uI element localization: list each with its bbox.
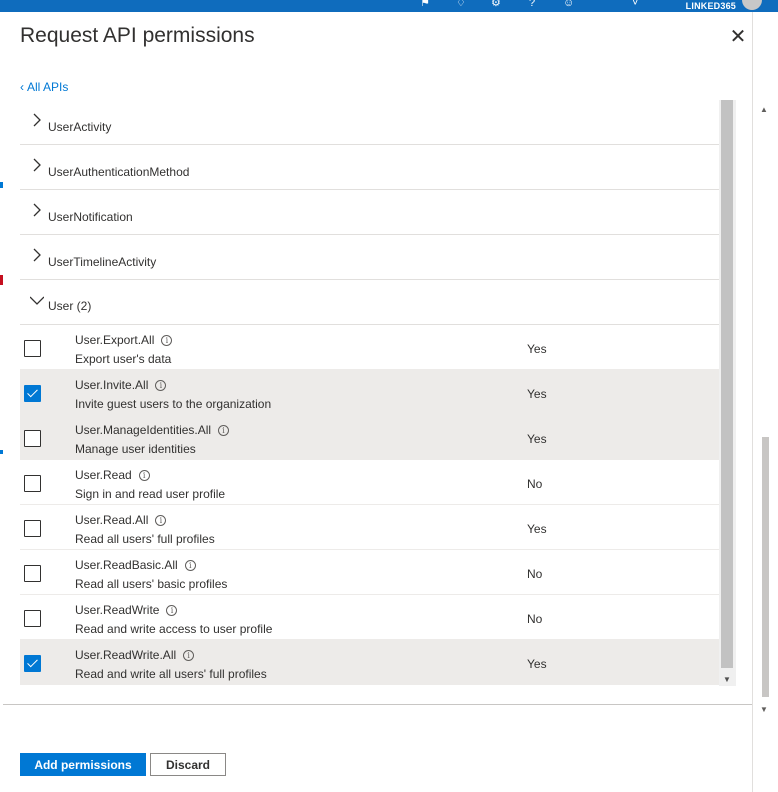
feedback-icon[interactable]: ⚑ xyxy=(420,0,430,9)
panel-title: Request API permissions xyxy=(20,24,255,47)
info-icon[interactable]: i xyxy=(161,335,173,346)
permission-name: User.ReadBasic.All xyxy=(75,558,178,572)
permission-name-wrap: User.ReadWrite.All i xyxy=(75,648,195,662)
info-icon[interactable]: i xyxy=(183,650,195,661)
permission-checkbox[interactable] xyxy=(24,430,41,447)
permission-description: Read all users' full profiles xyxy=(75,532,215,546)
chevron-right-icon xyxy=(33,158,41,172)
permissions-scrollbar[interactable]: ▼ xyxy=(719,100,736,686)
info-icon[interactable]: i xyxy=(184,560,196,571)
admin-consent-value: Yes xyxy=(527,657,547,671)
permission-description: Read and write all users' full profiles xyxy=(75,667,267,681)
permission-name: User.ReadWrite.All xyxy=(75,648,177,662)
footer-divider xyxy=(3,704,752,705)
permission-description: Read all users' basic profiles xyxy=(75,577,228,591)
permission-name: User.Invite.All xyxy=(75,378,149,392)
permission-row: User.Read i Sign in and read user profile… xyxy=(20,460,719,505)
permission-checkbox[interactable] xyxy=(24,655,41,672)
background-scrollbar-thumb[interactable] xyxy=(762,437,769,697)
permission-name-wrap: User.ReadBasic.All i xyxy=(75,558,196,572)
portal-top-bar: ⚑ ♢ ⚙ ? ☺ ˅ LINKED365 xyxy=(0,0,778,12)
admin-consent-value: Yes xyxy=(527,342,547,356)
permission-description: Manage user identities xyxy=(75,442,196,456)
permission-name-wrap: User.ReadWrite i xyxy=(75,603,178,617)
info-icon[interactable]: i xyxy=(155,515,167,526)
group-useractivity[interactable]: UserActivity xyxy=(20,100,719,145)
permission-row: User.ReadBasic.All i Read all users' basi… xyxy=(20,550,719,595)
permission-name: User.Export.All xyxy=(75,333,155,347)
permission-row: User.ReadWrite.All i Read and write all u… xyxy=(20,640,719,685)
chevron-right-icon xyxy=(33,248,41,262)
avatar[interactable] xyxy=(742,0,762,10)
permission-checkbox[interactable] xyxy=(24,520,41,537)
permission-description: Invite guest users to the organization xyxy=(75,397,272,411)
chevron-right-icon xyxy=(33,203,41,217)
chevron-left-icon: ‹ xyxy=(20,80,24,94)
scroll-down-icon[interactable]: ▼ xyxy=(723,675,731,684)
permission-row: User.ReadWrite i Read and write access to… xyxy=(20,595,719,640)
request-api-permissions-panel: Request API permissions ✕ ‹ All APIs User… xyxy=(3,12,752,792)
info-icon[interactable]: i xyxy=(138,470,150,481)
chevron-right-icon xyxy=(33,113,41,127)
group-user[interactable]: User (2) xyxy=(20,280,719,325)
discard-button[interactable]: Discard xyxy=(150,753,226,776)
permission-row: User.Export.All i Export user's data Yes xyxy=(20,325,719,370)
permission-row: User.ManageIdentities.All i Manage user i… xyxy=(20,415,719,460)
permission-name: User.Read.All xyxy=(75,513,149,527)
smiley-icon[interactable]: ☺ xyxy=(563,0,574,9)
permission-name-wrap: User.ManageIdentities.All i xyxy=(75,423,230,437)
group-label: UserNotification xyxy=(48,210,133,224)
permission-row: User.Read.All i Read all users' full prof… xyxy=(20,505,719,550)
permission-name-wrap: User.Export.All i xyxy=(75,333,173,347)
info-icon[interactable]: i xyxy=(155,380,167,391)
group-label: UserActivity xyxy=(48,120,112,134)
group-label: User (2) xyxy=(48,299,92,313)
info-icon[interactable]: i xyxy=(166,605,178,616)
chevron-down-icon[interactable]: ˅ xyxy=(632,0,638,9)
permission-name: User.Read xyxy=(75,468,132,482)
admin-consent-value: No xyxy=(527,477,543,491)
background-scrollbar[interactable]: ▲ ▼ xyxy=(758,105,770,714)
admin-consent-value: No xyxy=(527,567,543,581)
permission-row: User.Invite.All i Invite guest users to t… xyxy=(20,370,719,415)
all-apis-label: All APIs xyxy=(27,80,69,94)
permission-name-wrap: User.Read.All i xyxy=(75,513,167,527)
permission-checkbox[interactable] xyxy=(24,475,41,492)
all-apis-link[interactable]: ‹ All APIs xyxy=(20,80,68,94)
info-icon[interactable]: i xyxy=(218,425,230,436)
permission-checkbox[interactable] xyxy=(24,610,41,627)
group-usertimelineactivity[interactable]: UserTimelineActivity xyxy=(20,235,719,280)
tenant-label: LINKED365 xyxy=(685,1,736,11)
help-icon[interactable]: ? xyxy=(529,0,535,9)
permission-name-wrap: User.Read i xyxy=(75,468,150,482)
permission-name: User.ReadWrite xyxy=(75,603,160,617)
bell-icon[interactable]: ♢ xyxy=(456,0,466,9)
permission-checkbox[interactable] xyxy=(24,385,41,402)
group-label: UserAuthenticationMethod xyxy=(48,165,190,179)
scroll-down-icon[interactable]: ▼ xyxy=(760,705,768,714)
scroll-up-icon[interactable]: ▲ xyxy=(760,105,768,114)
permission-name-wrap: User.Invite.All i xyxy=(75,378,167,392)
scrollbar-thumb[interactable] xyxy=(721,100,733,668)
add-permissions-button[interactable]: Add permissions xyxy=(20,753,146,776)
admin-consent-value: No xyxy=(527,612,543,626)
permissions-list: UserActivity UserAuthenticationMethod Us… xyxy=(20,100,719,686)
permission-description: Read and write access to user profile xyxy=(75,622,273,636)
gear-icon[interactable]: ⚙ xyxy=(491,0,501,9)
chevron-down-icon xyxy=(30,296,44,305)
permission-description: Export user's data xyxy=(75,352,172,366)
permission-name: User.ManageIdentities.All xyxy=(75,423,212,437)
permission-description: Sign in and read user profile xyxy=(75,487,226,501)
close-icon[interactable]: ✕ xyxy=(729,27,747,47)
admin-consent-value: Yes xyxy=(527,387,547,401)
permission-checkbox[interactable] xyxy=(24,565,41,582)
group-userauthenticationmethod[interactable]: UserAuthenticationMethod xyxy=(20,145,719,190)
admin-consent-value: Yes xyxy=(527,522,547,536)
admin-consent-value: Yes xyxy=(527,432,547,446)
permission-checkbox[interactable] xyxy=(24,340,41,357)
group-label: UserTimelineActivity xyxy=(48,255,157,269)
group-usernotification[interactable]: UserNotification xyxy=(20,190,719,235)
background-page: ▲ ▼ xyxy=(752,12,778,792)
